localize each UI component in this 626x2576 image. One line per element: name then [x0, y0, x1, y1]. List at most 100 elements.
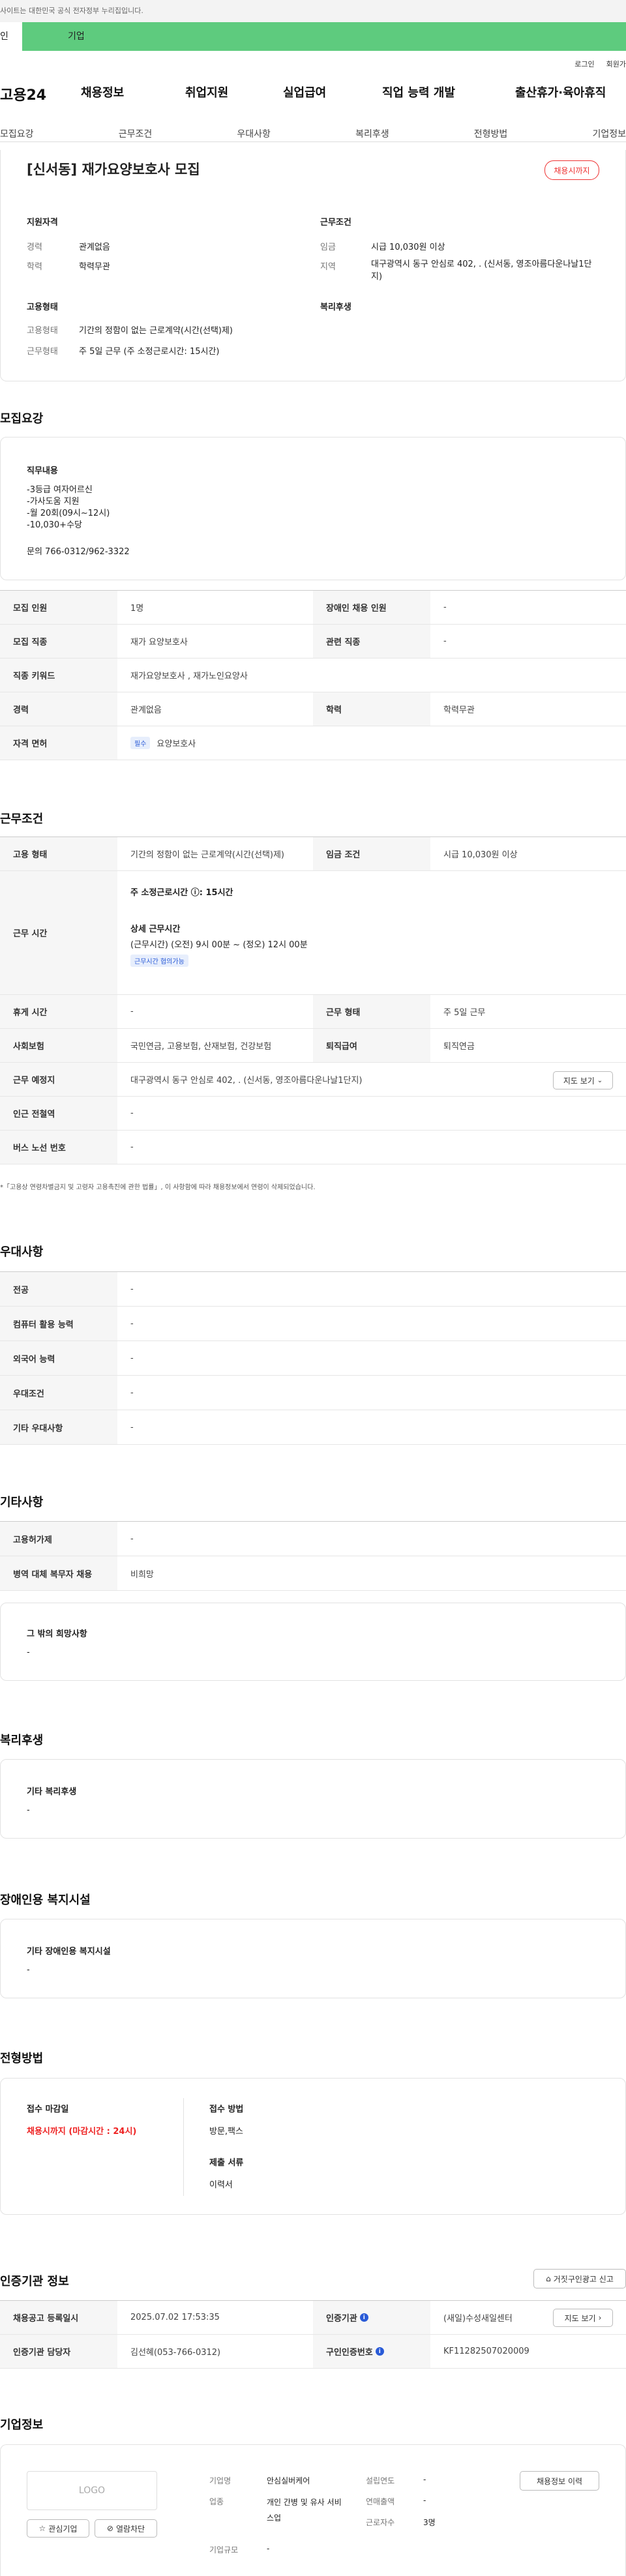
- pref-etc-value: -: [130, 1422, 134, 1432]
- subway-value: -: [130, 1108, 134, 1118]
- fav-button[interactable]: ☆ 관심기업: [27, 2519, 89, 2538]
- block-icon: ⊘: [106, 2524, 113, 2533]
- org-map-button-label: 지도 보기: [564, 2313, 596, 2323]
- process-card: 접수 마감일 채용시까지 (마감시간 : 24시) 접수 방법 방문,팩스 제출…: [0, 2078, 626, 2215]
- login-link[interactable]: 로그인: [574, 59, 594, 69]
- nav-training[interactable]: 직업 능력 개발: [382, 83, 515, 100]
- size-value: -: [267, 2544, 270, 2553]
- tab-process[interactable]: 전형방법: [474, 127, 508, 140]
- block-button[interactable]: ⊘ 열람차단: [95, 2519, 157, 2538]
- insurance-label: 사회보험: [0, 1029, 117, 1062]
- weekly-hours: 주 소정근로시간 ⓘ: 15시간: [130, 888, 233, 898]
- major-value: -: [130, 1284, 134, 1294]
- method-value: 방문,팩스: [209, 2127, 243, 2137]
- emp-type-label: 고용 형태: [0, 837, 117, 870]
- site-logo[interactable]: 고용24: [0, 83, 46, 104]
- org-label: 인증기관: [326, 2314, 357, 2324]
- detail-hours: (근무시간) (오전) 9시 00분 ~ (정오) 12시 00분: [130, 940, 308, 950]
- cert-heading: 인증기관 정보: [0, 2275, 69, 2288]
- wage-value: 시급 10,030원 이상: [443, 850, 518, 860]
- nav-leave[interactable]: 출산휴가·육아휴직: [515, 83, 606, 100]
- info-icon[interactable]: i: [359, 2313, 368, 2322]
- tab-recruit[interactable]: 모집요강: [0, 127, 34, 140]
- negotiable-tag: 근무시간 협의가능: [130, 955, 188, 967]
- career-label: 경력: [0, 692, 117, 726]
- language-value: -: [130, 1353, 134, 1363]
- computer-label: 컴퓨터 활용 능력: [0, 1307, 117, 1340]
- org-map-button[interactable]: 지도 보기 ›: [553, 2309, 613, 2327]
- headcount-label: 모집 인원: [0, 591, 117, 624]
- tab-pref[interactable]: 우대사항: [237, 127, 271, 140]
- workform-value: 주 5일 근무 (주 소정근로시간: 15시간): [79, 347, 220, 357]
- company-card: LOGO ☆ 관심기업 ⊘ 열람차단 기업명 안심실버케어 업종 개인 간병 및 유…: [0, 2444, 626, 2576]
- tab-work[interactable]: 근무조건: [119, 127, 153, 140]
- manager-value: 김선혜(053-766-0312): [130, 2348, 221, 2358]
- nav-unemployment[interactable]: 실업급여: [283, 83, 382, 100]
- recruit-heading: 모집요강: [0, 412, 44, 426]
- map-button[interactable]: 지도 보기 ⌄: [553, 1071, 613, 1089]
- disabled-sub: 기타 장애인용 복지시설: [27, 1947, 111, 1957]
- break-value: -: [130, 1007, 134, 1016]
- break-label: 휴게 시간: [0, 995, 117, 1028]
- info-icon[interactable]: i: [375, 2347, 384, 2356]
- company-logo: LOGO: [27, 2471, 157, 2510]
- work-table: 고용 형태 기간의 정함이 없는 근로계약(시간(선택)제) 임금 조건 시급 10,…: [0, 836, 626, 1164]
- pref-cond-label: 우대조건: [0, 1376, 117, 1410]
- nav-jobs[interactable]: 채용정보: [81, 83, 185, 100]
- work-time-label: 근무 시간: [0, 871, 117, 994]
- personal-tab[interactable]: 인: [0, 22, 22, 51]
- keyword-value: 재가요양보호사 , 재가노인요양사: [130, 672, 248, 681]
- method-label: 접수 방법: [209, 2105, 244, 2114]
- emp-value: 기간의 정함이 없는 근로계약(시간(선택)제): [79, 326, 233, 336]
- manager-label: 인증기관 담당자: [0, 2335, 117, 2368]
- etc-heading: 기타사항: [0, 1496, 44, 1509]
- industry-value: 개인 간병 및 유사 서비스업: [267, 2498, 342, 2523]
- tab-company[interactable]: 기업정보: [592, 127, 626, 140]
- duty-line: -가사도움 지원: [27, 497, 80, 507]
- language-label: 외국어 능력: [0, 1341, 117, 1375]
- report-button[interactable]: ⌂ 거짓구인광고 신고: [533, 2269, 626, 2288]
- duty-line: -10,030+수당: [27, 520, 82, 530]
- welfare-sub: 기타 복리후생: [27, 1787, 77, 1797]
- join-link[interactable]: 회원가: [606, 59, 626, 69]
- workplace-value: 대구광역시 동구 안심로 402, . (신서동, 영조아름다운나날1단지): [130, 1076, 363, 1086]
- wage-label: 임금 조건: [313, 837, 430, 870]
- permit-label: 고용허가제: [0, 1522, 117, 1556]
- site-header: 로그인 회원가 고용24 채용정보 취업지원 실업급여 직업 능력 개발 출산휴가…: [0, 51, 626, 104]
- history-button[interactable]: 채용정보 이력: [520, 2471, 599, 2491]
- etc-table: 고용허가제 - 병역 대체 복무자 채용 비희망: [0, 1521, 626, 1591]
- license-label: 자격 면허: [0, 726, 117, 760]
- disabled-card: 기타 장애인용 복지시설 -: [0, 1919, 626, 1998]
- disabled-count-value: -: [443, 602, 447, 612]
- job-title: [신서동] 재가요양보호사 모집: [27, 162, 200, 177]
- wage-value: 시급 10,030원 이상: [371, 243, 445, 252]
- tab-welfare[interactable]: 복리후생: [355, 127, 389, 140]
- num-label: 구인인증번호: [326, 2348, 373, 2358]
- report-button-label: 거짓구인광고 신고: [553, 2274, 614, 2284]
- disabled-heading: 장애인용 복지시설: [0, 1893, 91, 1907]
- bus-label: 버스 노선 번호: [0, 1131, 117, 1164]
- emp-type-value: 기간의 정함이 없는 근로계약(시간(선택)제): [130, 850, 285, 860]
- nav-employment[interactable]: 취업지원: [185, 83, 283, 100]
- company-tab[interactable]: 기업: [22, 22, 626, 51]
- severance-label: 퇴직급여: [313, 1029, 430, 1062]
- welfare-title: 복리후생: [320, 303, 351, 312]
- pref-heading: 우대사항: [0, 1245, 44, 1259]
- block-button-label: 열람차단: [115, 2524, 145, 2534]
- house-icon: ⌂: [546, 2274, 551, 2283]
- welfare-value: -: [27, 1805, 30, 1815]
- license-value: 요양보호사: [156, 739, 196, 749]
- edu-value: 학력무관: [79, 262, 110, 272]
- other-wish-title: 그 밖의 희망사항: [27, 1629, 87, 1639]
- reg-label: 채용공고 등록일시: [0, 2301, 117, 2334]
- job-type-value: 재가 요양보호사: [130, 638, 188, 647]
- deadline-badge: 채용시까지: [544, 160, 599, 180]
- welfare-card: 기타 복리후생 -: [0, 1759, 626, 1839]
- pref-table: 전공 - 컴퓨터 활용 능력 - 외국어 능력 - 우대조건 - 기타 우대사항 -: [0, 1271, 626, 1445]
- related-job-value: -: [443, 636, 447, 646]
- section-tabs: 모집요강 근무조건 우대사항 복리후생 전형방법 기업정보: [0, 103, 626, 142]
- workform-label: 근무 형태: [313, 995, 430, 1028]
- duty-line: -월 20회(09시~12시): [27, 509, 110, 518]
- computer-value: -: [130, 1318, 134, 1329]
- required-tag: 필수: [130, 737, 151, 749]
